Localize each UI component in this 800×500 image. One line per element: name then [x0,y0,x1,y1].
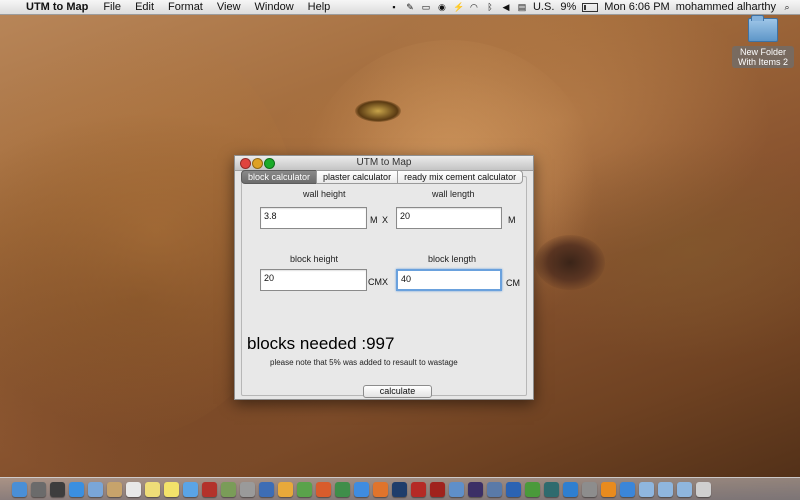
contacts-icon[interactable] [107,481,122,497]
word-icon[interactable] [259,481,274,497]
wall-length-input[interactable]: 20 [396,207,502,229]
teamviewer-icon[interactable] [563,481,578,497]
battery-percent[interactable]: 9% [560,1,576,13]
safari-icon[interactable] [69,481,84,497]
firefox-icon[interactable] [373,481,388,497]
dock [0,477,800,500]
app-menu[interactable]: UTM to Map [22,1,96,13]
multiply-sign: X [382,215,389,225]
quicktime-icon[interactable] [487,481,502,497]
xcode-icon[interactable] [449,481,464,497]
menu-help[interactable]: Help [301,1,338,13]
calculate-button[interactable]: calculate [363,385,432,398]
block-calculator-pane: wall height wall length 3.8 M X 20 M blo… [241,176,527,398]
wall-height-input[interactable]: 3.8 [260,207,367,229]
powerpoint-icon[interactable] [316,481,331,497]
volume-icon[interactable]: ◀ [501,2,511,12]
photoshop-icon[interactable] [392,481,407,497]
close-window-icon[interactable] [240,158,251,169]
notes-icon[interactable] [145,481,160,497]
flash-pro-icon[interactable] [430,481,445,497]
window-title: UTM to Map [356,157,412,168]
tab-plaster-calculator[interactable]: plaster calculator [316,170,399,184]
menu-edit[interactable]: Edit [128,1,161,13]
battery-icon[interactable] [582,2,599,12]
lion-eye-shape [355,100,401,122]
bluetooth-icon[interactable]: ᛒ [485,2,495,12]
wall-height-unit: M [370,215,378,225]
after-effects-icon[interactable] [468,481,483,497]
wall-length-label: wall length [432,189,475,199]
menu-bar: UTM to Map File Edit Format View Window … [0,0,800,15]
flag-icon[interactable]: ▤ [517,2,527,12]
block-height-label: block height [290,254,339,264]
block-length-unit: CM [506,278,520,288]
applications-stack-icon[interactable] [677,481,692,497]
outlook-icon[interactable] [278,481,293,497]
sync-icon[interactable]: ◉ [437,2,447,12]
app-window: UTM to Map block calculator plaster calc… [234,155,534,400]
trash-icon[interactable] [696,481,711,497]
status-app-icon[interactable]: ▪ [389,2,399,12]
tab-ready-mix-cement-calculator[interactable]: ready mix cement calculator [397,170,524,184]
block-length-label: block length [428,254,477,264]
itunes-icon[interactable] [183,481,198,497]
flash-icon[interactable] [411,481,426,497]
lion-nose-shape [535,235,605,290]
desktop-folder[interactable]: New Folder With Items 2 [732,15,794,68]
pen-icon[interactable]: ✎ [405,2,415,12]
zoom-window-icon[interactable] [264,158,275,169]
minimize-window-icon[interactable] [252,158,263,169]
input-source-label[interactable]: U.S. [533,1,554,13]
wastage-note: please note that 5% was added to resault… [270,358,458,367]
desktop-folder-label[interactable]: New Folder With Items 2 [732,46,794,68]
finder-icon[interactable] [12,481,27,497]
calendar-icon[interactable] [126,481,141,497]
photobooth-icon[interactable] [202,481,217,497]
menu-format[interactable]: Format [161,1,210,13]
mail-icon[interactable] [88,481,103,497]
spotlight-search-icon[interactable]: ⌕ [782,2,792,12]
wall-height-label: wall height [303,189,346,199]
user-menu[interactable]: mohammed alharthy [676,1,776,13]
status-menus: ▪ ✎ ▭ ◉ ⚡ ◠ ᛒ ◀ ▤ U.S. 9% Mon 6:06 PM mo… [389,1,800,13]
lightning-icon[interactable]: ⚡ [453,2,464,12]
display-icon[interactable]: ▭ [421,2,431,12]
system-prefs-icon[interactable] [582,481,597,497]
block-height-unit: CM [368,277,382,287]
menu-view[interactable]: View [210,1,248,13]
app-store-icon[interactable] [620,481,635,497]
excel-icon[interactable] [335,481,350,497]
documents-stack-icon[interactable] [658,481,673,497]
tab-bar: block calculator plaster calculator read… [241,170,524,184]
folder-icon[interactable] [748,15,778,42]
utorrent-icon[interactable] [525,481,540,497]
menubar-clock[interactable]: Mon 6:06 PM [604,1,669,13]
wall-length-unit: M [508,215,516,225]
stickies-icon[interactable] [164,481,179,497]
iphoto-icon[interactable] [221,481,236,497]
mission-control-icon[interactable] [50,481,65,497]
menu-window[interactable]: Window [248,1,301,13]
window-titlebar[interactable]: UTM to Map [235,156,533,171]
multiply-sign-2: X [382,277,389,287]
downloads-stack-icon[interactable] [639,481,654,497]
audition-icon[interactable] [544,481,559,497]
chrome-icon[interactable] [354,481,369,497]
block-height-input[interactable]: 20 [260,269,367,291]
blocks-needed-result: blocks needed :997 [247,334,395,353]
preview-icon[interactable] [240,481,255,497]
launchpad-icon[interactable] [31,481,46,497]
block-length-input[interactable]: 40 [396,269,502,291]
messenger-icon[interactable] [297,481,312,497]
tab-block-calculator[interactable]: block calculator [241,170,318,184]
itunes-2-icon[interactable] [506,481,521,497]
vlc-icon[interactable] [601,481,616,497]
wifi-icon[interactable]: ◠ [469,2,479,12]
menu-file[interactable]: File [96,1,128,13]
